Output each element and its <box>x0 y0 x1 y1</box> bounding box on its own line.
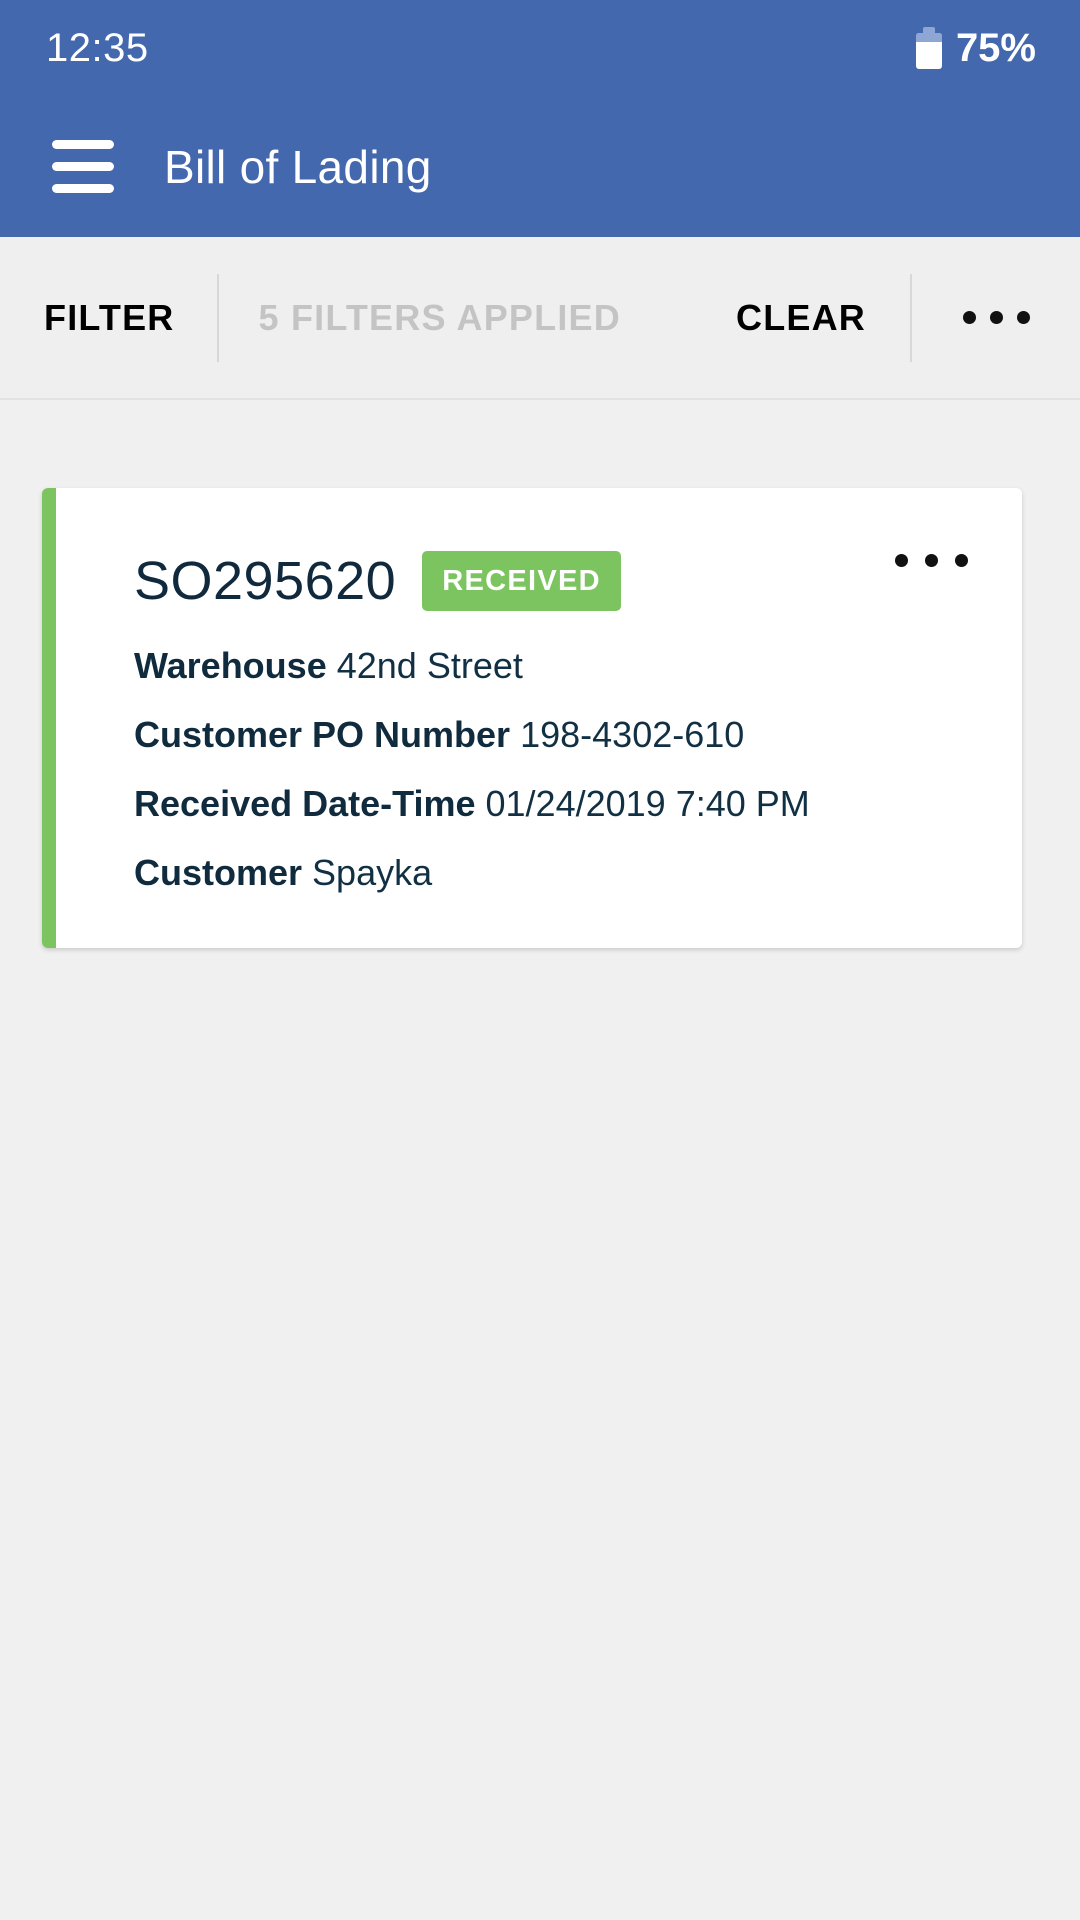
detail-label: Customer PO Number <box>134 714 511 755</box>
status-bar: 12:35 75% <box>0 0 1080 96</box>
battery-icon <box>915 27 942 69</box>
page-title: Bill of Lading <box>164 140 432 193</box>
card-detail-list: Warehouse 42nd Street Customer PO Number… <box>90 648 1022 891</box>
status-bar-right-cluster: 75% <box>915 25 1036 71</box>
battery-percent-label: 75% <box>955 25 1036 70</box>
bill-of-lading-card[interactable]: SO295620 RECEIVED Warehouse 42nd Street … <box>42 488 1022 948</box>
detail-row: Warehouse 42nd Street <box>134 648 1022 684</box>
more-horizontal-icon-dot <box>962 311 976 324</box>
detail-label: Warehouse <box>134 645 327 686</box>
filter-overflow-menu-button[interactable] <box>912 311 1080 324</box>
detail-row: Received Date-Time 01/24/2019 7:40 PM <box>134 786 1022 822</box>
more-horizontal-icon-dot <box>1016 311 1030 324</box>
filter-bar: FILTER 5 FILTERS APPLIED CLEAR <box>0 237 1080 400</box>
detail-value: 198-4302-610 <box>520 714 745 755</box>
detail-label: Customer <box>134 852 303 893</box>
filter-button[interactable]: FILTER <box>0 297 175 339</box>
detail-value: 42nd Street <box>336 645 523 686</box>
more-horizontal-icon-dot <box>925 554 938 567</box>
detail-row: Customer Spayka <box>134 855 1022 891</box>
detail-value: 01/24/2019 7:40 PM <box>485 783 810 824</box>
more-horizontal-icon-dot <box>955 554 968 567</box>
content-area: SO295620 RECEIVED Warehouse 42nd Street … <box>0 400 1080 948</box>
card-order-number: SO295620 <box>134 551 397 611</box>
status-badge: RECEIVED <box>422 551 621 611</box>
status-bar-time: 12:35 <box>46 25 149 70</box>
more-horizontal-icon-dot <box>895 554 908 567</box>
detail-value: Spayka <box>312 852 433 893</box>
more-horizontal-icon-dot <box>989 311 1003 324</box>
card-overflow-menu-button[interactable] <box>881 540 982 581</box>
hamburger-menu-icon[interactable] <box>52 140 114 193</box>
filters-applied-label: 5 FILTERS APPLIED <box>258 296 621 338</box>
detail-row: Customer PO Number 198-4302-610 <box>134 717 1022 753</box>
clear-filters-button[interactable]: CLEAR <box>736 297 866 339</box>
detail-label: Received Date-Time <box>134 783 476 824</box>
card-status-accent-bar <box>42 488 56 948</box>
app-bar: Bill of Lading <box>0 96 1080 237</box>
